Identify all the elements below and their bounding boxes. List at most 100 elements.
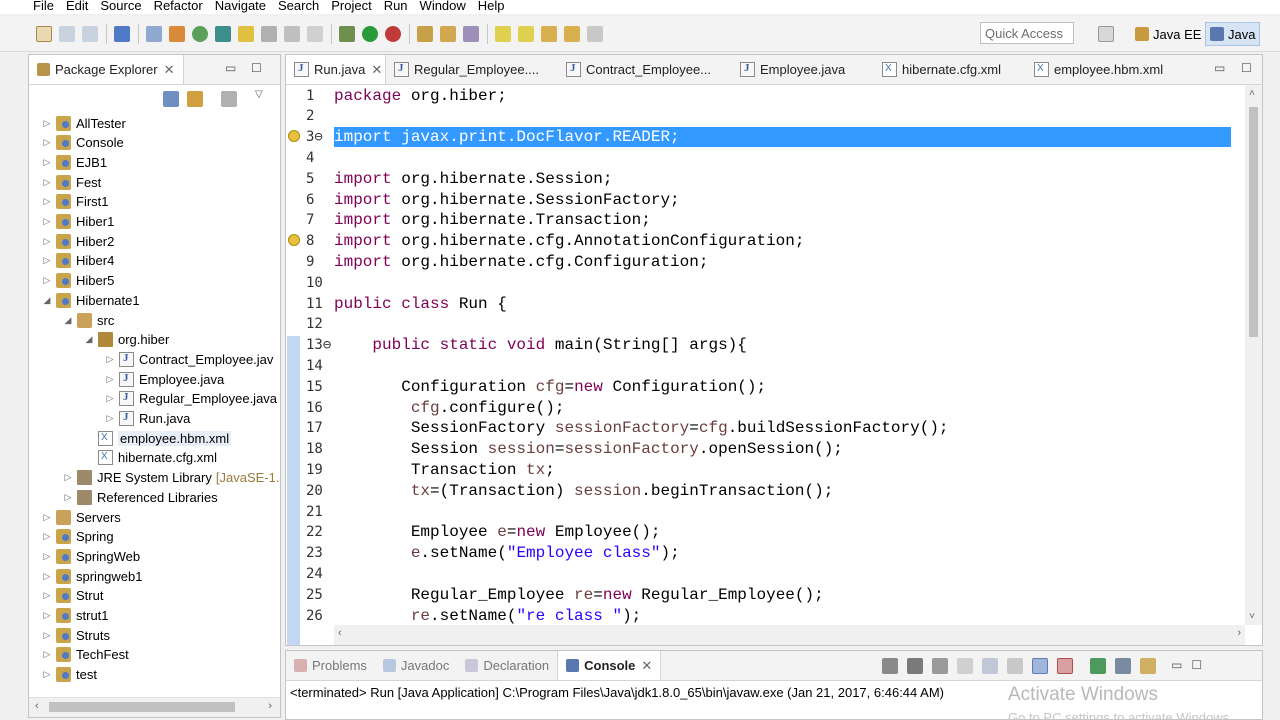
view-menu-icon[interactable]: ▽ — [255, 89, 263, 100]
code-editor[interactable]: 1 package org.hiber; 2 3⊖ import javax.print… — [286, 85, 1262, 645]
code-line[interactable]: 20 tx=(Transaction) session.beginTransac… — [286, 481, 1231, 502]
external-tools-icon[interactable] — [385, 25, 401, 42]
collapsed-arrow-icon[interactable]: ▷ — [104, 354, 116, 365]
open-perspective-icon[interactable] — [1098, 26, 1114, 42]
minimize-icon[interactable]: ▭ — [225, 61, 236, 75]
menu-source[interactable]: Source — [94, 0, 147, 14]
tab-declaration[interactable]: Declaration — [457, 651, 557, 680]
collapsed-arrow-icon[interactable]: ▷ — [41, 551, 53, 562]
tree-item[interactable]: ▷ Hiber5 — [29, 271, 114, 291]
collapsed-arrow-icon[interactable]: ▷ — [41, 177, 53, 188]
code-line[interactable]: 2 — [286, 106, 1231, 127]
refresh-icon[interactable] — [192, 25, 208, 42]
collapsed-arrow-icon[interactable]: ▷ — [41, 137, 53, 148]
tree-item[interactable]: ▷ Console — [29, 133, 124, 153]
code-line[interactable]: 16 cfg.configure(); — [286, 398, 1231, 419]
maximize-icon[interactable]: ☐ — [251, 61, 262, 75]
scroll-left-icon[interactable]: ‹ — [35, 700, 39, 712]
tab-employee-hbm-xml[interactable]: employee.hbm.xml — [1026, 55, 1176, 84]
display-console-icon[interactable] — [1115, 658, 1131, 674]
prev-annotation-icon[interactable] — [518, 25, 534, 42]
collapse-all-icon[interactable] — [163, 91, 179, 107]
collapsed-arrow-icon[interactable]: ▷ — [41, 275, 53, 286]
show-whitespace-icon[interactable] — [307, 25, 323, 42]
collapsed-arrow-icon[interactable]: ▷ — [62, 472, 74, 483]
tab-package-explorer[interactable]: Package Explorer ✕ — [29, 55, 184, 84]
scroll-right-icon[interactable]: › — [268, 700, 272, 712]
collapsed-arrow-icon[interactable]: ▷ — [41, 196, 53, 207]
maximize-icon[interactable]: ☐ — [1191, 658, 1202, 674]
console-output[interactable]: <terminated> Run [Java Application] C:\P… — [286, 681, 1262, 719]
collapsed-arrow-icon[interactable]: ▷ — [41, 610, 53, 621]
tab-console[interactable]: Console ✕ — [557, 651, 662, 680]
scroll-left-icon[interactable]: ‹ — [338, 627, 342, 639]
link-with-editor-icon[interactable] — [187, 91, 203, 107]
show-on-stderr-icon[interactable] — [1057, 658, 1073, 674]
skip-breakpoints-icon[interactable] — [146, 25, 162, 42]
collapsed-arrow-icon[interactable]: ▷ — [41, 531, 53, 542]
tree-item[interactable]: ◢ Hibernate1 — [29, 290, 140, 310]
menu-run[interactable]: Run — [378, 0, 414, 14]
next-annotation-icon[interactable] — [495, 25, 511, 42]
tree-item[interactable]: ▷ Struts — [29, 625, 110, 645]
collapsed-arrow-icon[interactable]: ▷ — [62, 492, 74, 503]
debug-icon[interactable] — [215, 25, 231, 42]
tree-item[interactable]: ▷ SpringWeb — [29, 546, 140, 566]
tree-item[interactable]: ▷ Run.java — [29, 409, 190, 429]
tree-item[interactable]: ▷ Hiber1 — [29, 212, 114, 232]
scroll-up-icon[interactable]: ˄ — [1249, 88, 1255, 99]
editor-horizontal-scrollbar[interactable]: ‹ › — [334, 625, 1245, 645]
collapsed-arrow-icon[interactable]: ▷ — [104, 393, 116, 404]
code-line[interactable]: 7 import org.hibernate.Transaction; — [286, 210, 1231, 231]
menu-navigate[interactable]: Navigate — [209, 0, 272, 14]
terminate-icon[interactable] — [882, 658, 898, 674]
remove-launch-icon[interactable] — [907, 658, 923, 674]
collapsed-arrow-icon[interactable]: ▷ — [41, 236, 53, 247]
warning-bulb-icon[interactable] — [288, 130, 300, 143]
code-line[interactable]: 13⊖ public static void main(String[] arg… — [286, 335, 1231, 356]
menu-refactor[interactable]: Refactor — [148, 0, 209, 14]
menu-window[interactable]: Window — [414, 0, 472, 14]
scroll-down-icon[interactable]: ˅ — [1249, 611, 1255, 622]
tree-item[interactable]: ▷ Regular_Employee.java — [29, 389, 277, 409]
search-icon[interactable] — [463, 25, 479, 42]
tree-item[interactable]: ▷ Contract_Employee.jav — [29, 349, 273, 369]
minimize-icon[interactable]: ▭ — [1171, 658, 1182, 674]
code-line[interactable]: 15 Configuration cfg=new Configuration()… — [286, 377, 1231, 398]
code-line[interactable]: 3⊖ import javax.print.DocFlavor.READER; — [286, 127, 1231, 148]
scroll-lock-icon[interactable] — [982, 658, 998, 674]
perspective-java[interactable]: Java — [1205, 22, 1261, 46]
tree-item[interactable]: ▷ Servers — [29, 507, 121, 527]
code-line[interactable]: 9 import org.hibernate.cfg.Configuration; — [286, 252, 1231, 273]
menu-file[interactable]: File — [0, 0, 60, 14]
code-area[interactable]: 1 package org.hiber; 2 3⊖ import javax.print… — [286, 85, 1245, 625]
expanded-arrow-icon[interactable]: ◢ — [62, 315, 74, 326]
save-all-icon[interactable] — [82, 25, 98, 42]
menu-search[interactable]: Search — [272, 0, 325, 14]
code-line[interactable]: 23 e.setName("Employee class"); — [286, 543, 1231, 564]
block-select-icon[interactable] — [284, 25, 300, 42]
highlight-icon[interactable] — [238, 25, 254, 42]
tree-item[interactable]: ◢ org.hiber — [29, 330, 169, 350]
collapsed-arrow-icon[interactable]: ▷ — [41, 649, 53, 660]
tree-item[interactable]: hibernate.cfg.xml — [29, 448, 217, 468]
tree-item[interactable]: ▷ Referenced Libraries — [29, 487, 218, 507]
tab-contract-employee-[interactable]: Contract_Employee... — [558, 55, 732, 84]
new-server-icon[interactable] — [169, 25, 185, 42]
toggle-mark-icon[interactable] — [261, 25, 277, 42]
code-line[interactable]: 19 Transaction tx; — [286, 460, 1231, 481]
code-line[interactable]: 10 — [286, 273, 1231, 294]
code-line[interactable]: 14 — [286, 356, 1231, 377]
code-line[interactable]: 5 import org.hibernate.Session; — [286, 169, 1231, 190]
code-line[interactable]: 18 Session session=sessionFactory.openSe… — [286, 439, 1231, 460]
minimize-icon[interactable]: ▭ — [1214, 61, 1225, 75]
remove-all-icon[interactable] — [932, 658, 948, 674]
run-icon[interactable] — [362, 25, 378, 42]
menu-edit[interactable]: Edit — [60, 0, 94, 14]
tree-item[interactable]: ▷ AllTester — [29, 113, 126, 133]
focus-icon[interactable] — [221, 91, 237, 107]
debug-run-icon[interactable] — [339, 25, 355, 42]
code-line[interactable]: 21 — [286, 502, 1231, 523]
tree-item[interactable]: ▷ Hiber4 — [29, 251, 114, 271]
close-icon[interactable]: ✕ — [641, 658, 652, 674]
